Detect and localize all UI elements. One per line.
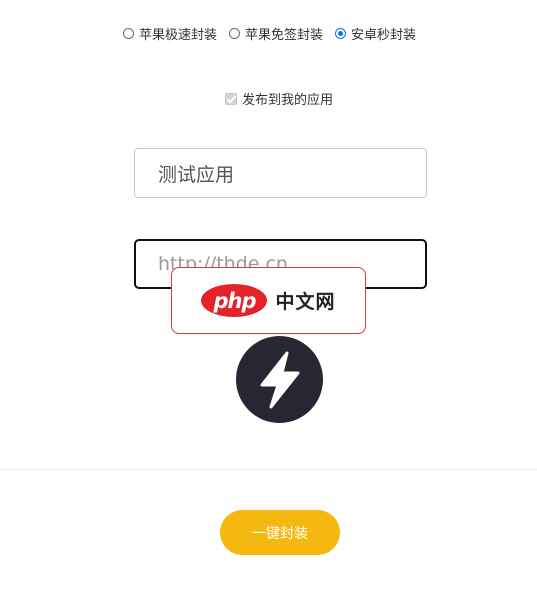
publish-label: 发布到我的应用 [242, 93, 334, 108]
php-cn-watermark: php 中文网 [171, 267, 366, 334]
radio-button-icon[interactable] [123, 28, 134, 39]
radio-android-instant[interactable]: 安卓秒封装 [335, 24, 416, 43]
watermark-site-name: 中文网 [275, 291, 336, 313]
publish-checkbox-row[interactable]: 发布到我的应用 [225, 89, 333, 108]
php-logo-text: php [213, 288, 256, 313]
section-divider [0, 469, 537, 470]
radio-label: 安卓秒封装 [351, 28, 417, 43]
radio-button-icon[interactable] [229, 28, 241, 39]
app-icon[interactable] [236, 336, 323, 423]
radio-button-selected-icon[interactable] [335, 28, 347, 39]
radio-label: 苹果极速封装 [139, 28, 218, 43]
radio-ios-nosign[interactable]: 苹果免签封装 [229, 24, 323, 43]
submit-label: 一键封装 [252, 525, 308, 542]
app-name-value: 测试应用 [158, 163, 235, 186]
app-name-input[interactable]: 测试应用 [134, 148, 427, 198]
one-click-package-button[interactable]: 一键封装 [220, 510, 340, 555]
radio-ios-fast[interactable]: 苹果极速封装 [123, 24, 217, 43]
checkbox-checked-icon[interactable] [225, 92, 237, 105]
radio-label: 苹果免签封装 [245, 28, 324, 43]
lightning-bolt-icon [260, 351, 299, 408]
package-type-group: 苹果极速封装 苹果免签封装 安卓秒封装 [123, 24, 416, 43]
php-logo-icon: php [201, 284, 268, 317]
